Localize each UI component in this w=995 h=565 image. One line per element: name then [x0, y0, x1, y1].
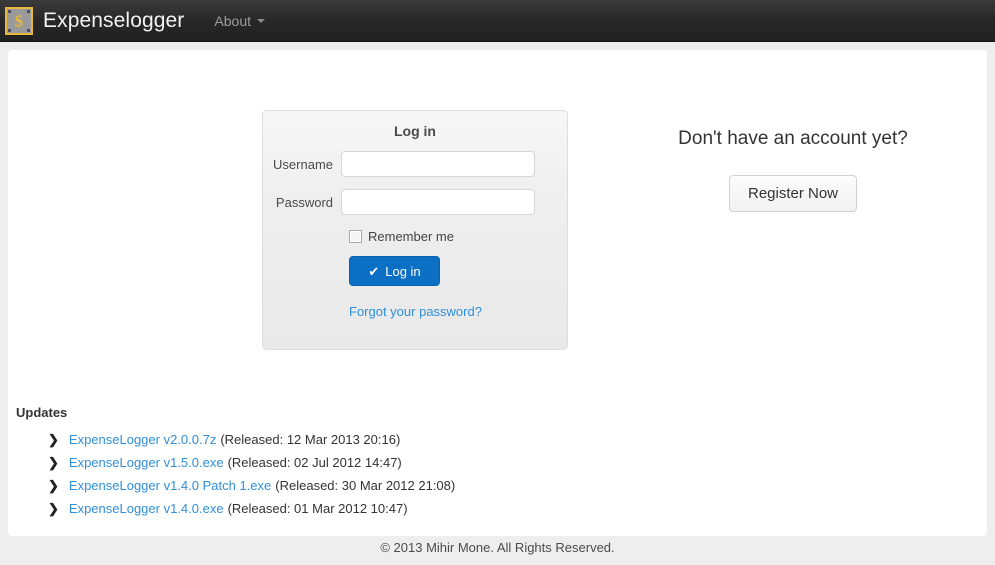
remember-me-row: Remember me — [349, 229, 567, 244]
list-item: ❯ ExpenseLogger v1.4.0 Patch 1.exe (Rele… — [48, 478, 616, 493]
password-input[interactable] — [341, 189, 535, 215]
brand-title: Expenselogger — [43, 8, 185, 32]
check-icon: ✔ — [368, 263, 380, 279]
password-label: Password — [275, 194, 333, 210]
password-row: Password — [263, 189, 567, 215]
username-input[interactable] — [341, 151, 535, 177]
update-release-date: (Released: 02 Jul 2012 14:47) — [227, 455, 402, 470]
update-release-date: (Released: 12 Mar 2013 20:16) — [220, 432, 401, 447]
update-release-date: (Released: 30 Mar 2012 21:08) — [275, 478, 456, 493]
register-heading: Don't have an account yet? — [678, 128, 908, 149]
footer: © 2013 Mihir Mone. All Rights Reserved. — [0, 540, 995, 555]
nav-item-about[interactable]: About — [214, 13, 265, 29]
updates-title: Updates — [16, 405, 68, 420]
copyright-text: © 2013 Mihir Mone. All Rights Reserved. — [380, 540, 615, 555]
list-item: ❯ ExpenseLogger v2.0.0.7z (Released: 12 … — [48, 432, 616, 447]
list-item: ❯ ExpenseLogger v1.5.0.exe (Released: 02… — [48, 455, 616, 470]
register-now-button[interactable]: Register Now — [728, 175, 858, 212]
remember-me-label: Remember me — [368, 229, 454, 244]
chevron-right-icon: ❯ — [48, 455, 59, 470]
login-title: Log in — [394, 123, 436, 139]
brand-link[interactable]: $ Expenselogger — [0, 0, 184, 42]
forgot-password-link[interactable]: Forgot your password? — [349, 304, 567, 319]
update-download-link[interactable]: ExpenseLogger v1.4.0.exe — [69, 501, 224, 516]
chevron-right-icon: ❯ — [48, 478, 59, 493]
nav-item-about-label: About — [214, 12, 251, 29]
chevron-right-icon: ❯ — [48, 432, 59, 447]
dollar-glyph: $ — [14, 11, 24, 30]
login-form-panel: Log in Username Password Remember me ✔ L… — [262, 110, 568, 350]
chevron-down-icon — [257, 18, 265, 23]
update-download-link[interactable]: ExpenseLogger v1.4.0 Patch 1.exe — [69, 478, 271, 493]
update-release-date: (Released: 01 Mar 2012 10:47) — [227, 501, 408, 516]
navbar: $ Expenselogger About — [0, 0, 995, 42]
chevron-right-icon: ❯ — [48, 501, 59, 516]
updates-list: ❯ ExpenseLogger v2.0.0.7z (Released: 12 … — [16, 432, 616, 516]
list-item: ❯ ExpenseLogger v1.4.0.exe (Released: 01… — [48, 501, 616, 516]
login-button[interactable]: ✔ Log in — [349, 256, 440, 286]
update-download-link[interactable]: ExpenseLogger v1.5.0.exe — [69, 455, 224, 470]
username-row: Username — [263, 151, 567, 177]
login-button-label: Log in — [385, 263, 421, 279]
update-download-link[interactable]: ExpenseLogger v2.0.0.7z — [69, 432, 216, 447]
username-label: Username — [273, 156, 333, 172]
updates-section: Updates ❯ ExpenseLogger v2.0.0.7z (Relea… — [16, 405, 616, 524]
dollar-bill-icon: $ — [5, 6, 33, 35]
content-panel: Log in Username Password Remember me ✔ L… — [8, 50, 987, 536]
remember-me-checkbox[interactable] — [349, 230, 362, 243]
register-area: Don't have an account yet? Register Now — [618, 128, 968, 212]
